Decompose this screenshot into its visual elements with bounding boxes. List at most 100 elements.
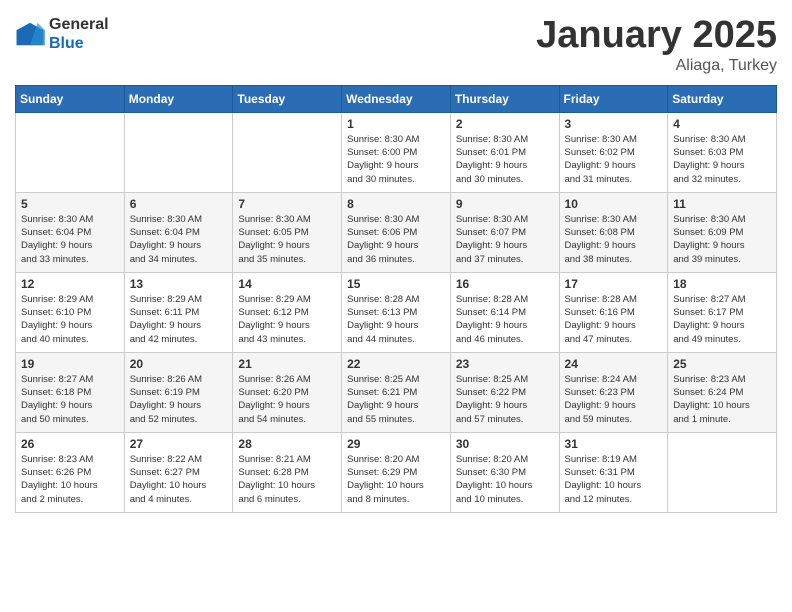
day-number: 24: [565, 357, 663, 371]
day-number: 21: [238, 357, 336, 371]
logo-general: General: [49, 15, 109, 34]
day-info: Sunrise: 8:30 AM Sunset: 6:06 PM Dayligh…: [347, 213, 445, 266]
calendar-cell: 22 Sunrise: 8:25 AM Sunset: 6:21 PM Dayli…: [342, 352, 451, 432]
day-info: Sunrise: 8:23 AM Sunset: 6:26 PM Dayligh…: [21, 453, 119, 506]
weekday-header: Tuesday: [233, 85, 342, 112]
day-number: 9: [456, 197, 554, 211]
calendar-cell: 14 Sunrise: 8:29 AM Sunset: 6:12 PM Dayli…: [233, 272, 342, 352]
calendar-cell: [16, 112, 125, 192]
weekday-header: Sunday: [16, 85, 125, 112]
location: Aliaga, Turkey: [536, 57, 777, 75]
day-number: 22: [347, 357, 445, 371]
calendar-cell: 13 Sunrise: 8:29 AM Sunset: 6:11 PM Dayli…: [124, 272, 233, 352]
day-info: Sunrise: 8:30 AM Sunset: 6:07 PM Dayligh…: [456, 213, 554, 266]
day-number: 19: [21, 357, 119, 371]
calendar-cell: 15 Sunrise: 8:28 AM Sunset: 6:13 PM Dayli…: [342, 272, 451, 352]
calendar-week-row: 5 Sunrise: 8:30 AM Sunset: 6:04 PM Daylig…: [16, 192, 777, 272]
logo-icon: [15, 19, 45, 49]
day-info: Sunrise: 8:28 AM Sunset: 6:13 PM Dayligh…: [347, 293, 445, 346]
day-number: 1: [347, 117, 445, 131]
day-info: Sunrise: 8:26 AM Sunset: 6:20 PM Dayligh…: [238, 373, 336, 426]
day-number: 4: [673, 117, 771, 131]
logo: General Blue: [15, 15, 109, 53]
day-info: Sunrise: 8:24 AM Sunset: 6:23 PM Dayligh…: [565, 373, 663, 426]
day-number: 13: [130, 277, 228, 291]
day-info: Sunrise: 8:25 AM Sunset: 6:21 PM Dayligh…: [347, 373, 445, 426]
calendar-cell: 5 Sunrise: 8:30 AM Sunset: 6:04 PM Daylig…: [16, 192, 125, 272]
day-info: Sunrise: 8:30 AM Sunset: 6:04 PM Dayligh…: [21, 213, 119, 266]
logo-blue: Blue: [49, 34, 109, 53]
weekday-header-row: SundayMondayTuesdayWednesdayThursdayFrid…: [16, 85, 777, 112]
calendar-week-row: 12Sunrise: 8:29 AM Sunset: 6:10 PM Dayli…: [16, 272, 777, 352]
calendar-cell: 2 Sunrise: 8:30 AM Sunset: 6:01 PM Daylig…: [450, 112, 559, 192]
day-number: 5: [21, 197, 119, 211]
day-number: 31: [565, 437, 663, 451]
calendar-cell: 23Sunrise: 8:25 AM Sunset: 6:22 PM Dayli…: [450, 352, 559, 432]
calendar-cell: 6Sunrise: 8:30 AM Sunset: 6:04 PM Daylig…: [124, 192, 233, 272]
day-info: Sunrise: 8:28 AM Sunset: 6:14 PM Dayligh…: [456, 293, 554, 346]
calendar-cell: 28 Sunrise: 8:21 AM Sunset: 6:28 PM Dayli…: [233, 432, 342, 512]
calendar-cell: 30 Sunrise: 8:20 AM Sunset: 6:30 PM Dayli…: [450, 432, 559, 512]
day-info: Sunrise: 8:30 AM Sunset: 6:00 PM Dayligh…: [347, 133, 445, 186]
day-info: Sunrise: 8:20 AM Sunset: 6:30 PM Dayligh…: [456, 453, 554, 506]
calendar-cell: 19Sunrise: 8:27 AM Sunset: 6:18 PM Dayli…: [16, 352, 125, 432]
day-number: 14: [238, 277, 336, 291]
day-number: 17: [565, 277, 663, 291]
day-info: Sunrise: 8:29 AM Sunset: 6:11 PM Dayligh…: [130, 293, 228, 346]
day-info: Sunrise: 8:30 AM Sunset: 6:01 PM Dayligh…: [456, 133, 554, 186]
calendar-cell: [668, 432, 777, 512]
day-info: Sunrise: 8:23 AM Sunset: 6:24 PM Dayligh…: [673, 373, 771, 426]
calendar-cell: 8 Sunrise: 8:30 AM Sunset: 6:06 PM Daylig…: [342, 192, 451, 272]
calendar-cell: [124, 112, 233, 192]
calendar-cell: 31 Sunrise: 8:19 AM Sunset: 6:31 PM Dayli…: [559, 432, 668, 512]
calendar-cell: 20 Sunrise: 8:26 AM Sunset: 6:19 PM Dayli…: [124, 352, 233, 432]
calendar-table: SundayMondayTuesdayWednesdayThursdayFrid…: [15, 85, 777, 513]
logo-text: General Blue: [49, 15, 109, 53]
calendar-cell: 21 Sunrise: 8:26 AM Sunset: 6:20 PM Dayli…: [233, 352, 342, 432]
day-number: 20: [130, 357, 228, 371]
calendar-cell: 7Sunrise: 8:30 AM Sunset: 6:05 PM Daylig…: [233, 192, 342, 272]
day-info: Sunrise: 8:30 AM Sunset: 6:09 PM Dayligh…: [673, 213, 771, 266]
calendar-cell: 18 Sunrise: 8:27 AM Sunset: 6:17 PM Dayli…: [668, 272, 777, 352]
title-block: January 2025 Aliaga, Turkey: [536, 15, 777, 75]
day-number: 27: [130, 437, 228, 451]
calendar-cell: 25 Sunrise: 8:23 AM Sunset: 6:24 PM Dayli…: [668, 352, 777, 432]
day-number: 7: [238, 197, 336, 211]
day-info: Sunrise: 8:19 AM Sunset: 6:31 PM Dayligh…: [565, 453, 663, 506]
calendar-cell: 9 Sunrise: 8:30 AM Sunset: 6:07 PM Daylig…: [450, 192, 559, 272]
calendar-cell: 4 Sunrise: 8:30 AM Sunset: 6:03 PM Daylig…: [668, 112, 777, 192]
day-number: 2: [456, 117, 554, 131]
day-info: Sunrise: 8:26 AM Sunset: 6:19 PM Dayligh…: [130, 373, 228, 426]
day-number: 28: [238, 437, 336, 451]
calendar-cell: 1 Sunrise: 8:30 AM Sunset: 6:00 PM Daylig…: [342, 112, 451, 192]
day-number: 16: [456, 277, 554, 291]
day-info: Sunrise: 8:28 AM Sunset: 6:16 PM Dayligh…: [565, 293, 663, 346]
day-number: 3: [565, 117, 663, 131]
day-info: Sunrise: 8:29 AM Sunset: 6:10 PM Dayligh…: [21, 293, 119, 346]
day-number: 8: [347, 197, 445, 211]
day-info: Sunrise: 8:30 AM Sunset: 6:02 PM Dayligh…: [565, 133, 663, 186]
calendar-cell: [233, 112, 342, 192]
calendar-cell: 29Sunrise: 8:20 AM Sunset: 6:29 PM Dayli…: [342, 432, 451, 512]
day-number: 30: [456, 437, 554, 451]
day-number: 10: [565, 197, 663, 211]
day-info: Sunrise: 8:25 AM Sunset: 6:22 PM Dayligh…: [456, 373, 554, 426]
day-number: 26: [21, 437, 119, 451]
calendar-cell: 16 Sunrise: 8:28 AM Sunset: 6:14 PM Dayli…: [450, 272, 559, 352]
day-number: 25: [673, 357, 771, 371]
day-info: Sunrise: 8:30 AM Sunset: 6:03 PM Dayligh…: [673, 133, 771, 186]
calendar-cell: 24 Sunrise: 8:24 AM Sunset: 6:23 PM Dayli…: [559, 352, 668, 432]
day-info: Sunrise: 8:21 AM Sunset: 6:28 PM Dayligh…: [238, 453, 336, 506]
day-number: 18: [673, 277, 771, 291]
month-year: January 2025: [536, 15, 777, 57]
calendar-cell: 10Sunrise: 8:30 AM Sunset: 6:08 PM Dayli…: [559, 192, 668, 272]
day-info: Sunrise: 8:27 AM Sunset: 6:17 PM Dayligh…: [673, 293, 771, 346]
calendar-week-row: 19Sunrise: 8:27 AM Sunset: 6:18 PM Dayli…: [16, 352, 777, 432]
day-info: Sunrise: 8:30 AM Sunset: 6:04 PM Dayligh…: [130, 213, 228, 266]
weekday-header: Monday: [124, 85, 233, 112]
calendar-cell: 27Sunrise: 8:22 AM Sunset: 6:27 PM Dayli…: [124, 432, 233, 512]
day-number: 15: [347, 277, 445, 291]
calendar-week-row: 1 Sunrise: 8:30 AM Sunset: 6:00 PM Daylig…: [16, 112, 777, 192]
day-info: Sunrise: 8:29 AM Sunset: 6:12 PM Dayligh…: [238, 293, 336, 346]
weekday-header: Friday: [559, 85, 668, 112]
